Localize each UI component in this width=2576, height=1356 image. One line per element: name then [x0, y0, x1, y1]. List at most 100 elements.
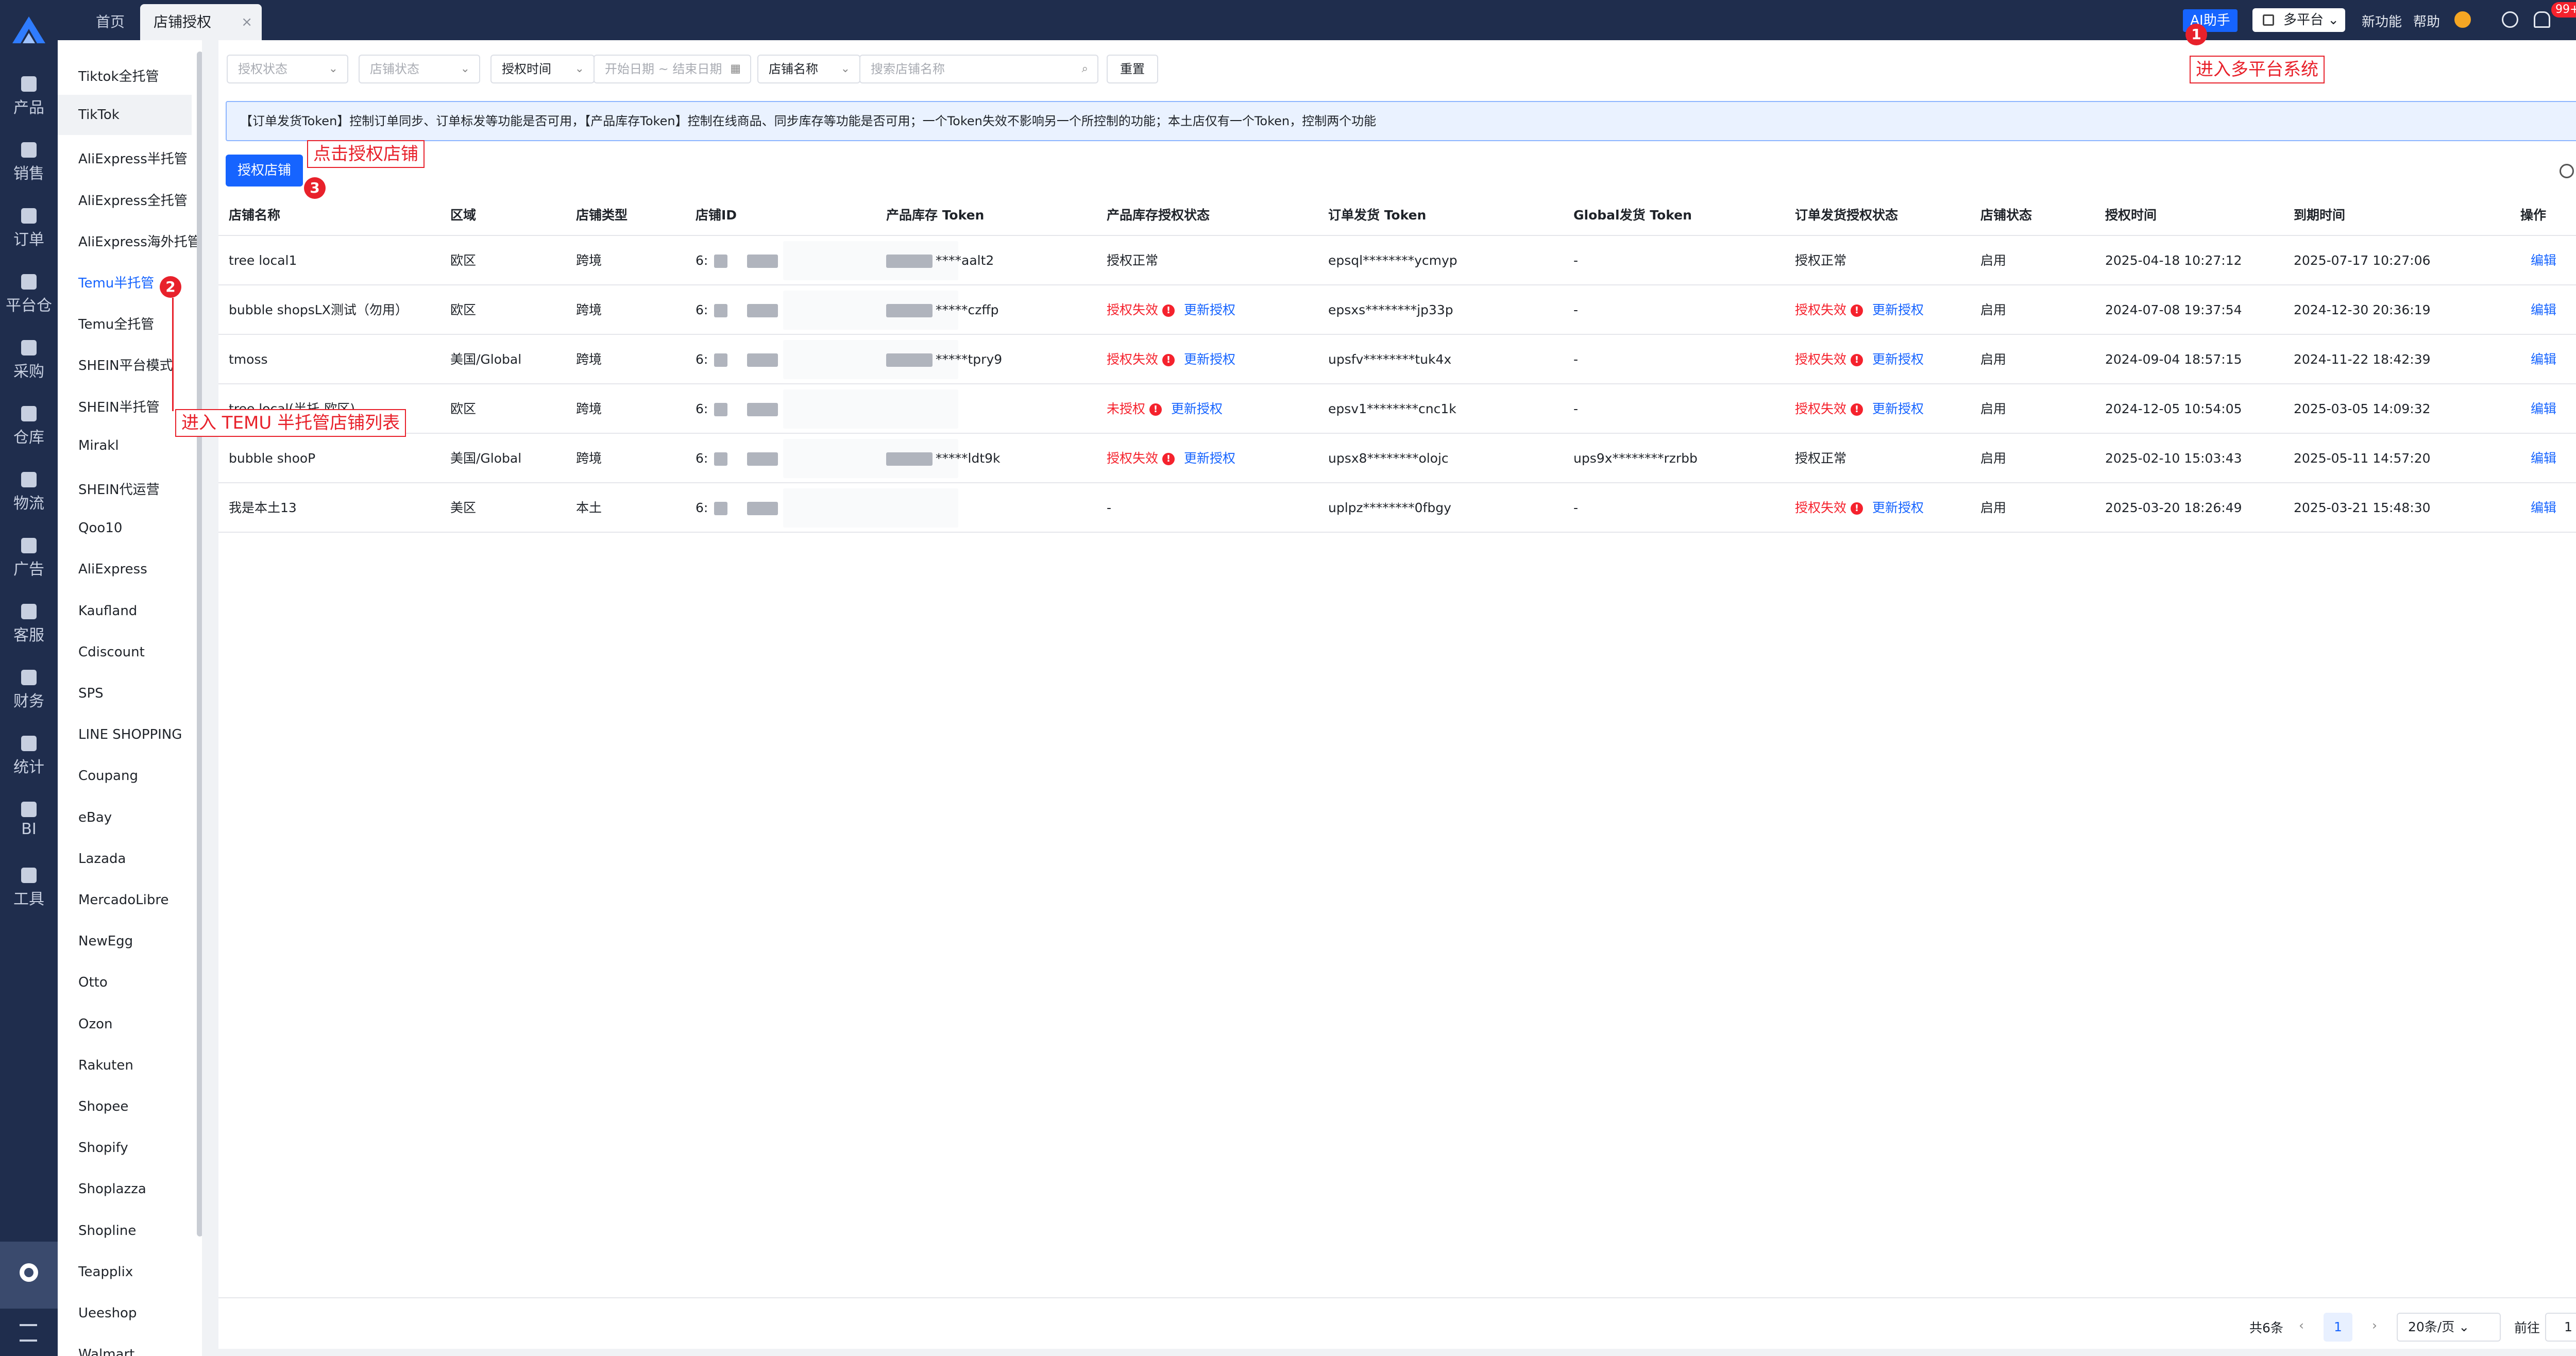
renew-auth-link[interactable]: 更新授权: [1872, 500, 1924, 515]
sidebar-item-platform[interactable]: NewEgg: [78, 934, 133, 949]
download-icon[interactable]: [2502, 11, 2518, 28]
rail-item-6[interactable]: 物流: [0, 463, 58, 519]
edit-link[interactable]: 编辑: [2531, 384, 2556, 434]
edit-link[interactable]: 编辑: [2531, 335, 2556, 384]
prev-page-icon[interactable]: ‹: [2299, 1318, 2304, 1333]
sidebar-item-platform[interactable]: Tiktok全托管: [78, 66, 159, 85]
sidebar-scrollbar[interactable]: [197, 52, 202, 1236]
renew-auth-link[interactable]: 更新授权: [1872, 302, 1924, 317]
sidebar-item-platform[interactable]: SHEIN代运营: [78, 479, 160, 498]
renew-auth-link[interactable]: 更新授权: [1184, 302, 1235, 317]
sidebar-item-platform[interactable]: Walmart: [78, 1347, 134, 1356]
sidebar-item-platform[interactable]: Rakuten: [78, 1058, 133, 1073]
rail-item-1[interactable]: 销售: [0, 133, 58, 190]
support-icon[interactable]: [2454, 11, 2471, 28]
product-auth-status: 授权正常: [1107, 236, 1158, 285]
renew-auth-link[interactable]: 更新授权: [1872, 352, 1924, 367]
page-1[interactable]: 1: [2324, 1313, 2352, 1342]
goto-label: 前往: [2514, 1320, 2540, 1335]
sidebar-item-platform[interactable]: MercadoLibre: [78, 892, 169, 908]
rail-item-2[interactable]: 订单: [0, 199, 58, 256]
sidebar-item-platform[interactable]: SHEIN平台模式: [78, 355, 173, 374]
next-page-icon[interactable]: ›: [2372, 1318, 2377, 1333]
region: 美国/Global: [450, 451, 522, 466]
sidebar-item-platform[interactable]: eBay: [78, 810, 112, 825]
search-input[interactable]: 搜索店铺名称 ⌕: [859, 55, 1098, 83]
cart-icon: [21, 340, 37, 355]
shop-name-select[interactable]: 店铺名称 ⌄: [757, 55, 860, 83]
renew-auth-link[interactable]: 更新授权: [1184, 352, 1235, 367]
sidebar-item-platform[interactable]: Coupang: [78, 768, 138, 784]
auth-status-select[interactable]: 授权状态 ⌄: [227, 55, 348, 83]
column-header: 产品库存 Token: [886, 208, 985, 223]
sidebar-item-platform[interactable]: Qoo10: [78, 520, 122, 536]
sidebar-item-platform[interactable]: Shopify: [78, 1140, 128, 1156]
sidebar-item-platform[interactable]: Cdiscount: [78, 645, 145, 660]
rail-item-12[interactable]: 工具: [0, 858, 58, 915]
global-token: -: [1573, 253, 1579, 268]
rail-item-11[interactable]: BI: [0, 792, 58, 849]
redacted-panel: [783, 488, 958, 528]
sidebar-item-platform[interactable]: SPS: [78, 686, 104, 701]
menu-list-icon[interactable]: [20, 1324, 37, 1342]
refresh-icon[interactable]: [2560, 164, 2574, 178]
sidebar-item-platform[interactable]: Shoplazza: [78, 1181, 146, 1197]
shop-status-select[interactable]: 店铺状态 ⌄: [359, 55, 480, 83]
total-count: 共6条: [2249, 1320, 2283, 1335]
edit-link[interactable]: 编辑: [2531, 236, 2556, 285]
new-feature-link[interactable]: 新功能: [2362, 11, 2402, 30]
rail-item-10[interactable]: 统计: [0, 726, 58, 783]
search-icon[interactable]: ⌕: [1082, 56, 1088, 82]
sidebar-item-platform[interactable]: TikTok: [58, 95, 192, 135]
sidebar-item-platform[interactable]: Otto: [78, 975, 108, 990]
global-token: -: [1573, 401, 1579, 416]
rail-item-label: 财务: [13, 692, 44, 710]
rail-item-3[interactable]: 平台仓: [0, 265, 58, 321]
rail-item-0[interactable]: 产品: [0, 67, 58, 124]
multi-platform-button[interactable]: 多平台 ⌄: [2252, 8, 2345, 32]
sidebar-item-platform[interactable]: Kaufland: [78, 603, 137, 619]
reset-button[interactable]: 重置: [1107, 55, 1158, 83]
sidebar-item-platform[interactable]: Teapplix: [78, 1264, 133, 1280]
edit-link[interactable]: 编辑: [2531, 434, 2556, 483]
sidebar-item-platform[interactable]: Shopee: [78, 1099, 128, 1114]
settings-button[interactable]: [0, 1242, 58, 1309]
renew-auth-link[interactable]: 更新授权: [1872, 401, 1924, 416]
authorize-shop-button[interactable]: 授权店铺: [226, 155, 303, 187]
status-text: 授权正常: [1795, 451, 1847, 466]
sidebar-item-platform[interactable]: AliExpress: [78, 562, 147, 577]
rail-item-8[interactable]: 客服: [0, 595, 58, 651]
bell-icon[interactable]: [2534, 11, 2550, 28]
rail-item-7[interactable]: 广告: [0, 529, 58, 585]
sidebar-item-platform[interactable]: Lazada: [78, 851, 126, 867]
app-logo-icon[interactable]: [11, 15, 46, 44]
platform-icon: [2263, 14, 2274, 26]
renew-auth-link[interactable]: 更新授权: [1171, 401, 1223, 416]
edit-link[interactable]: 编辑: [2531, 285, 2556, 335]
sidebar-item-platform[interactable]: Temu半托管: [78, 273, 154, 292]
sidebar-item-platform[interactable]: AliExpress半托管: [78, 148, 188, 167]
rail-item-5[interactable]: 仓库: [0, 397, 58, 453]
page-size-select[interactable]: 20条/页 ⌄: [2397, 1313, 2501, 1342]
tab-home[interactable]: 首页: [78, 4, 142, 40]
renew-auth-link[interactable]: 更新授权: [1184, 451, 1235, 466]
edit-link[interactable]: 编辑: [2531, 483, 2556, 533]
sidebar-item-platform[interactable]: Ozon: [78, 1016, 113, 1032]
sidebar-item-platform[interactable]: Shopline: [78, 1223, 136, 1239]
sidebar-item-platform[interactable]: AliExpress全托管: [78, 190, 188, 209]
sidebar-item-platform[interactable]: SHEIN半托管: [78, 397, 160, 416]
error-icon: !: [1162, 354, 1175, 366]
sidebar-item-platform[interactable]: Mirakl: [78, 438, 119, 453]
help-link[interactable]: 帮助: [2413, 11, 2440, 30]
sidebar-item-platform[interactable]: AliExpress海外托管: [78, 231, 201, 250]
sidebar-item-platform[interactable]: Temu全托管: [78, 314, 154, 333]
sidebar-item-platform[interactable]: LINE SHOPPING: [78, 727, 182, 742]
rail-item-4[interactable]: 采购: [0, 331, 58, 387]
date-range-input[interactable]: 开始日期 ~ 结束日期 ▦: [594, 55, 751, 83]
close-icon[interactable]: ×: [241, 4, 252, 40]
sidebar-item-platform[interactable]: Ueeshop: [78, 1306, 137, 1321]
goto-page-input[interactable]: 1: [2545, 1313, 2576, 1342]
tab-shop-auth[interactable]: 店铺授权 ×: [140, 4, 262, 40]
auth-time-select[interactable]: 授权时间 ⌄: [490, 55, 595, 83]
rail-item-9[interactable]: 财务: [0, 660, 58, 717]
